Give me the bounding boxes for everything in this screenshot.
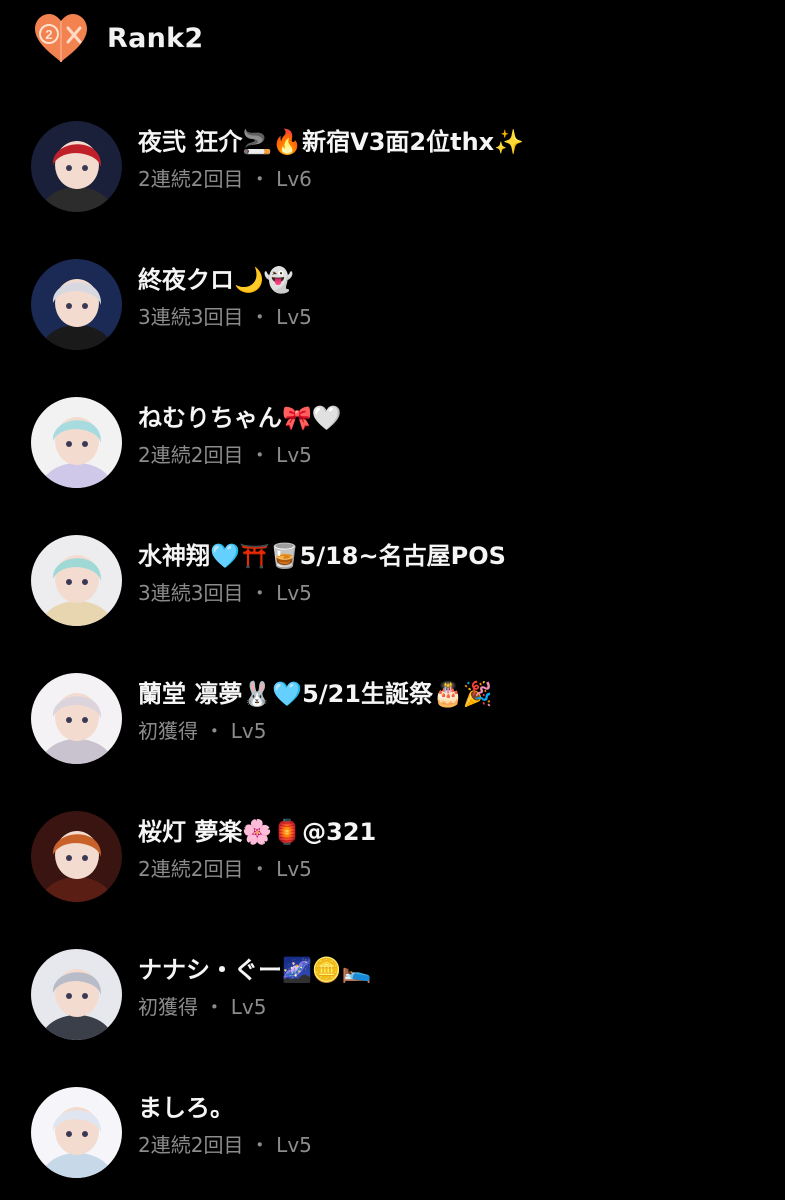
user-name: ねむりちゃん🎀🤍 <box>138 404 342 432</box>
user-meta: 2連続2回目 ・ Lv5 <box>138 855 312 883</box>
ranking-row[interactable]: ねむりちゃん🎀🤍 2連続2回目 ・ Lv5 <box>0 397 785 489</box>
user-name: ましろ。 <box>138 1094 234 1122</box>
level-label: Lv5 <box>276 857 312 881</box>
streak-status: 2連続2回目 <box>138 857 244 881</box>
user-meta: 2連続2回目 ・ Lv6 <box>138 165 312 193</box>
streak-status: 2連続2回目 <box>138 443 244 467</box>
streak-status: 3連続3回目 <box>138 581 244 605</box>
meta-separator: ・ <box>198 719 231 743</box>
avatar[interactable] <box>31 1087 122 1178</box>
user-name: 蘭堂 凛夢🐰🩵5/21生誕祭🎂🎉 <box>138 680 493 708</box>
meta-separator: ・ <box>243 443 277 467</box>
meta-separator: ・ <box>243 1133 277 1157</box>
streak-status: 3連続3回目 <box>138 305 244 329</box>
rank-header: 2 Rank2 <box>0 0 785 80</box>
user-meta: 初獲得 ・ Lv5 <box>138 717 266 745</box>
level-label: Lv6 <box>276 167 312 191</box>
avatar[interactable] <box>31 535 122 626</box>
streak-status: 2連続2回目 <box>138 1133 244 1157</box>
user-meta: 初獲得 ・ Lv5 <box>138 993 266 1021</box>
rank-title: Rank2 <box>107 23 204 54</box>
user-name: 終夜クロ🌙👻 <box>138 266 294 294</box>
rank-badge-digit: 2 <box>45 27 52 42</box>
user-name: 水神翔🩵⛩️🥃5/18~名古屋POS <box>138 542 506 570</box>
ranking-row[interactable]: 蘭堂 凛夢🐰🩵5/21生誕祭🎂🎉 初獲得 ・ Lv5 <box>0 673 785 765</box>
ranking-row[interactable]: 水神翔🩵⛩️🥃5/18~名古屋POS 3連続3回目 ・ Lv5 <box>0 535 785 627</box>
user-name: ナナシ・ぐー🌌🪙🛌 <box>138 956 372 984</box>
user-meta: 2連続2回目 ・ Lv5 <box>138 441 312 469</box>
level-label: Lv5 <box>276 581 312 605</box>
avatar[interactable] <box>31 811 122 902</box>
streak-status: 2連続2回目 <box>138 167 244 191</box>
level-label: Lv5 <box>276 443 312 467</box>
avatar[interactable] <box>31 397 122 488</box>
avatar[interactable] <box>31 259 122 350</box>
ranking-row[interactable]: 終夜クロ🌙👻 3連続3回目 ・ Lv5 <box>0 259 785 351</box>
meta-separator: ・ <box>243 305 277 329</box>
meta-separator: ・ <box>243 167 277 191</box>
user-meta: 3連続3回目 ・ Lv5 <box>138 303 312 331</box>
meta-separator: ・ <box>198 995 231 1019</box>
user-meta: 3連続3回目 ・ Lv5 <box>138 579 312 607</box>
streak-status: 初獲得 <box>138 719 198 743</box>
ranking-row[interactable]: ナナシ・ぐー🌌🪙🛌 初獲得 ・ Lv5 <box>0 949 785 1041</box>
user-meta: 2連続2回目 ・ Lv5 <box>138 1131 312 1159</box>
avatar[interactable] <box>31 673 122 764</box>
avatar[interactable] <box>31 121 122 212</box>
meta-separator: ・ <box>243 857 277 881</box>
level-label: Lv5 <box>230 719 267 743</box>
ranking-row[interactable]: ましろ。 2連続2回目 ・ Lv5 <box>0 1087 785 1179</box>
rank-heart-icon: 2 <box>32 12 90 64</box>
meta-separator: ・ <box>243 581 277 605</box>
streak-status: 初獲得 <box>138 995 198 1019</box>
ranking-row[interactable]: 桜灯 夢楽🌸🏮@321 2連続2回目 ・ Lv5 <box>0 811 785 903</box>
ranking-row[interactable]: 夜弐 狂介🚬🔥新宿V3面2位thx✨ 2連続2回目 ・ Lv6 <box>0 121 785 213</box>
user-name: 桜灯 夢楽🌸🏮@321 <box>138 818 377 846</box>
level-label: Lv5 <box>276 1133 312 1157</box>
user-name: 夜弐 狂介🚬🔥新宿V3面2位thx✨ <box>138 128 525 156</box>
level-label: Lv5 <box>230 995 267 1019</box>
avatar[interactable] <box>31 949 122 1040</box>
level-label: Lv5 <box>276 305 312 329</box>
